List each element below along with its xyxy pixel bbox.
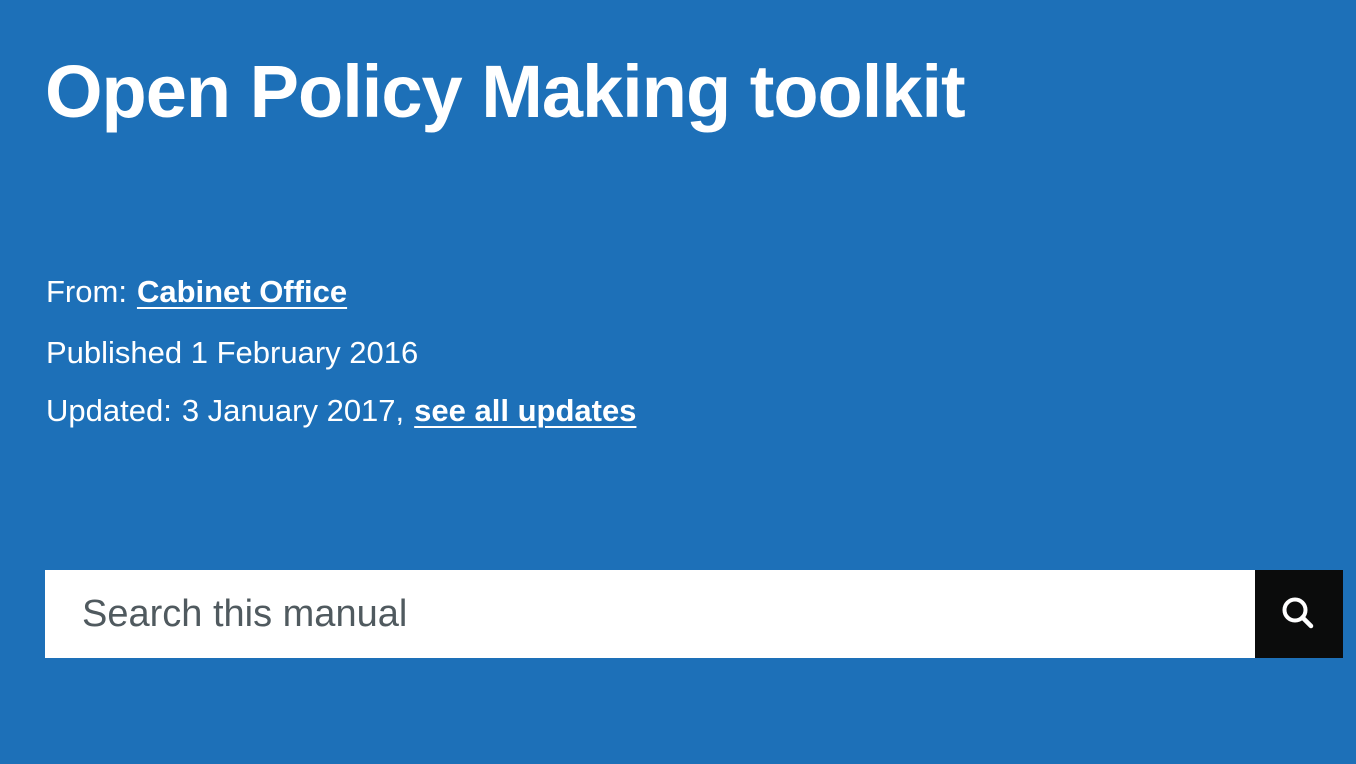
page-title: Open Policy Making toolkit — [45, 50, 966, 133]
search-input[interactable] — [45, 570, 1255, 658]
search-icon — [1282, 597, 1314, 629]
updated-row: Updated: 3 January 2017, see all updates — [46, 391, 636, 431]
cabinet-office-link[interactable]: Cabinet Office — [137, 274, 347, 309]
updated-date: 3 January 2017, — [181, 393, 405, 428]
updated-label: Updated: — [46, 393, 172, 428]
from-label: From: — [46, 274, 127, 309]
from-row: From: Cabinet Office — [46, 272, 347, 312]
search-button[interactable] — [1255, 570, 1343, 658]
search-form — [45, 570, 1343, 658]
see-all-updates-link[interactable]: see all updates — [414, 393, 636, 428]
published-date: Published 1 February 2016 — [46, 335, 419, 370]
